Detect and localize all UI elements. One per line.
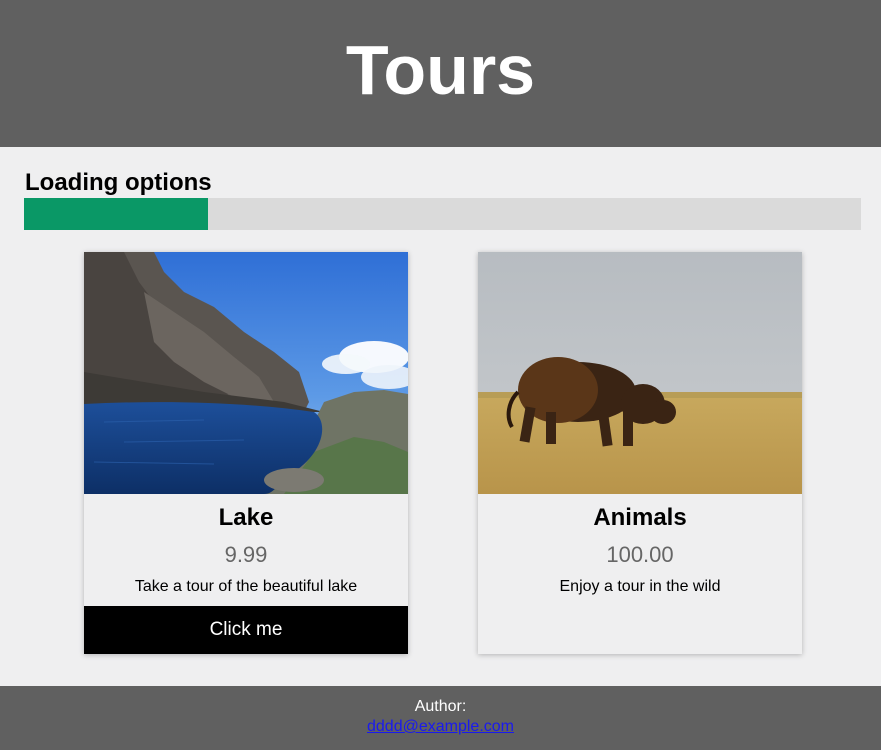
progress-fill (24, 198, 209, 230)
page-title: Tours (345, 30, 536, 109)
tour-card-animals: Animals 100.00 Enjoy a tour in the wild (478, 252, 802, 654)
author-label: Author: (414, 698, 467, 715)
card-price: 100.00 (606, 542, 674, 567)
page-header: Tours (0, 0, 881, 147)
card-price: 9.99 (224, 542, 268, 567)
lake-image (84, 252, 408, 494)
card-description: Enjoy a tour in the wild (559, 578, 721, 595)
page-footer: Author: dddd@example.com (0, 686, 881, 750)
progress-bar (24, 198, 861, 230)
bison-image (478, 252, 802, 494)
card-description: Take a tour of the beautiful lake (134, 578, 358, 595)
author-email-link[interactable]: dddd@example.com (0, 718, 881, 736)
card-title: Lake (218, 504, 274, 531)
click-me-button[interactable]: Click me (84, 606, 408, 654)
card-title: Animals (593, 504, 687, 531)
tour-card-lake: Lake 9.99 Take a tour of the beautiful l… (84, 252, 408, 654)
loading-label: Loading options (25, 169, 212, 196)
